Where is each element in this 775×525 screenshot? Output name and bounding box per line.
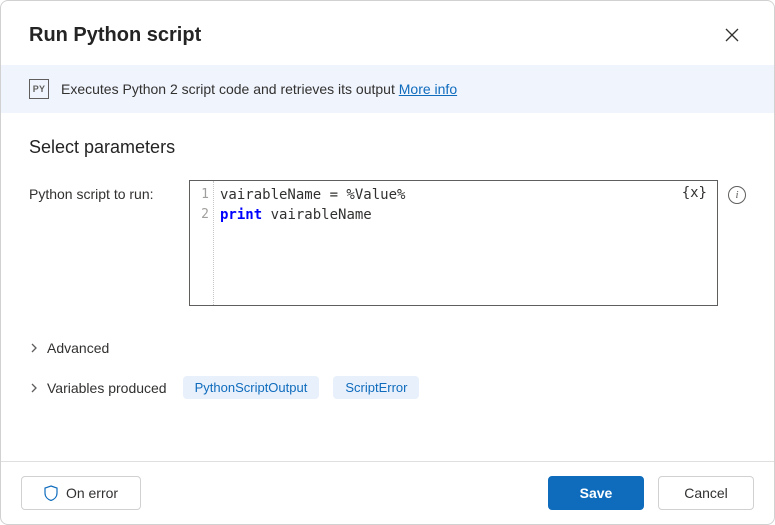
close-button[interactable] [718,21,746,49]
dialog-title: Run Python script [29,24,201,47]
close-icon [724,27,740,43]
insert-variable-button[interactable]: {x} [680,185,709,201]
banner-text: Executes Python 2 script code and retrie… [61,81,457,97]
variables-produced-label: Variables produced [47,380,167,396]
on-error-button[interactable]: On error [21,476,141,510]
python-badge-icon: PY [29,79,49,99]
line-number: 1 [201,185,209,205]
shield-icon [44,485,58,501]
line-number: 2 [201,205,209,225]
on-error-label: On error [66,485,118,501]
info-icon[interactable]: i [728,186,746,204]
code-keyword: print [220,207,262,223]
save-button[interactable]: Save [548,476,644,510]
more-info-link[interactable]: More info [399,81,457,97]
chip-python-script-output[interactable]: PythonScriptOutput [183,376,320,399]
code-editor-wrap: 1 2 vairableName = %Value% print vairabl… [189,180,746,306]
code-editor[interactable]: 1 2 vairableName = %Value% print vairabl… [189,180,718,306]
advanced-label: Advanced [47,340,109,356]
cancel-button[interactable]: Cancel [658,476,754,510]
advanced-expander[interactable]: Advanced [29,330,746,366]
section-title: Select parameters [29,137,746,158]
chevron-right-icon [29,343,39,353]
chevron-right-icon [29,383,39,393]
code-line: print vairableName [220,205,711,225]
chip-script-error[interactable]: ScriptError [333,376,419,399]
variables-produced-expander[interactable]: Variables produced PythonScriptOutput Sc… [29,366,746,409]
variable-chips: PythonScriptOutput ScriptError [183,376,420,399]
dialog-run-python-script: Run Python script PY Executes Python 2 s… [0,0,775,525]
dialog-footer: On error Save Cancel [1,461,774,524]
code-lines: vairableName = %Value% print vairableNam… [214,181,717,305]
code-line: vairableName = %Value% [220,185,711,205]
field-python-script: Python script to run: 1 2 vairableName =… [29,180,746,306]
footer-right: Save Cancel [548,476,754,510]
dialog-header: Run Python script [1,1,774,65]
banner-text-content: Executes Python 2 script code and retrie… [61,81,399,97]
info-banner: PY Executes Python 2 script code and ret… [1,65,774,113]
code-text: vairableName = %Value% [220,187,405,203]
code-text: vairableName [262,207,372,223]
line-gutter: 1 2 [190,181,214,305]
field-label: Python script to run: [29,180,177,202]
dialog-content: Select parameters Python script to run: … [1,113,774,461]
